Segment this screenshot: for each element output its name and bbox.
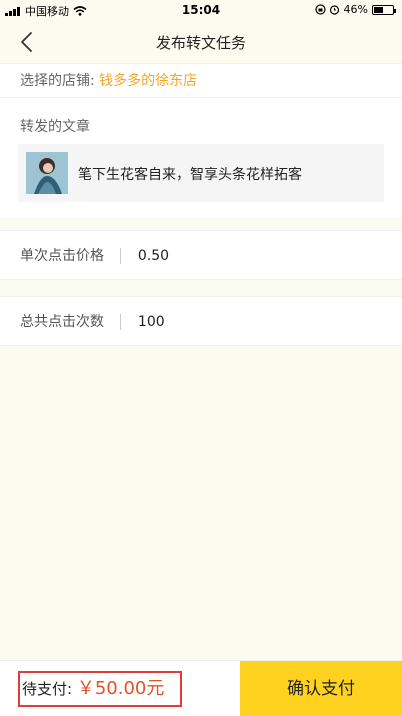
nav-bar: 发布转文任务: [0, 20, 402, 64]
status-right: 46%: [314, 3, 396, 16]
price-label: 单次点击价格: [20, 248, 104, 264]
price-input[interactable]: 0.50: [138, 248, 169, 264]
battery-icon: [372, 4, 396, 15]
divider: [120, 314, 122, 330]
count-field[interactable]: 总共点击次数 100: [0, 296, 402, 346]
page-title: 发布转文任务: [155, 34, 246, 52]
total-payable: 待支付: ￥50.00元: [18, 671, 182, 707]
bottom-bar: 待支付: ￥50.00元 确认支付: [0, 660, 402, 716]
article-section-title: 转发的文章: [20, 119, 90, 135]
shop-label: 选择的店铺:: [20, 73, 95, 89]
count-label: 总共点击次数: [20, 314, 104, 330]
shop-name[interactable]: 钱多多的徐东店: [99, 73, 197, 89]
total-amount: ￥50.00元: [76, 678, 165, 699]
article-title: 笔下生花客自来，智享头条花样拓客: [78, 167, 302, 183]
alarm-icon: [329, 5, 339, 15]
battery-percent: 46%: [343, 3, 368, 16]
article-thumbnail: [26, 152, 68, 194]
divider: [120, 248, 122, 264]
count-input[interactable]: 100: [138, 314, 165, 330]
article-card[interactable]: 笔下生花客自来，智享头条花样拓客: [18, 144, 384, 202]
confirm-pay-button[interactable]: 确认支付: [240, 661, 402, 716]
article-image-icon: [26, 152, 68, 194]
price-field[interactable]: 单次点击价格 0.50: [0, 230, 402, 280]
status-bar: 中国移动 15:04 46%: [0, 0, 402, 20]
article-section: 转发的文章 笔下生花客自来，智享头条花样拓客: [0, 98, 402, 218]
total-label: 待支付:: [22, 680, 73, 698]
rotation-lock-icon: [314, 4, 326, 15]
shop-row: 选择的店铺: 钱多多的徐东店: [0, 64, 402, 98]
